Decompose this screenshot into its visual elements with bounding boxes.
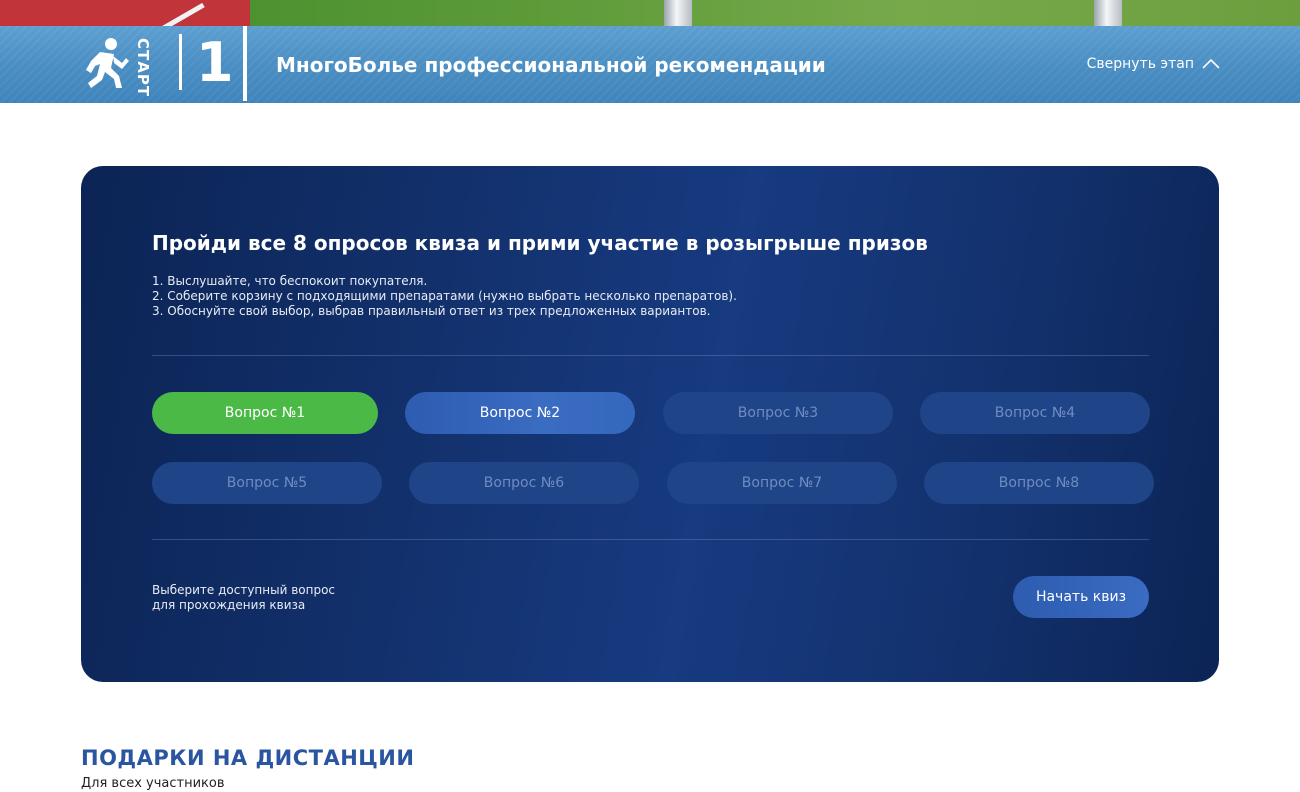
question-button-1[interactable]: Вопрос №1 (152, 392, 378, 434)
question-button-7[interactable]: Вопрос №7 (667, 462, 897, 504)
collapse-stage-button[interactable]: Свернуть этап (1087, 56, 1220, 72)
question-button-8[interactable]: Вопрос №8 (924, 462, 1154, 504)
quiz-hint: Выберите доступный вопрос для прохождени… (152, 583, 335, 613)
hint-line: Выберите доступный вопрос (152, 583, 336, 597)
goal-post-left (664, 0, 692, 26)
running-track (0, 0, 250, 26)
stage-header: СТАРТ 1 МногоБолье профессиональной реко… (0, 26, 1300, 103)
stage-title: МногоБолье профессиональной рекомендации (276, 53, 826, 77)
quiz-steps: 1. Выслушайте, что беспокоит покупателя.… (152, 274, 737, 319)
chevron-up-icon (1202, 58, 1220, 69)
quiz-step: 1. Выслушайте, что беспокоит покупателя. (152, 274, 428, 288)
question-button-3[interactable]: Вопрос №3 (663, 392, 893, 434)
gifts-title: ПОДАРКИ НА ДИСТАНЦИИ (81, 746, 415, 770)
stage-number: 1 (196, 31, 234, 94)
divider (152, 355, 1149, 356)
start-quiz-button[interactable]: Начать квиз (1013, 576, 1149, 618)
question-button-6[interactable]: Вопрос №6 (409, 462, 639, 504)
question-button-2[interactable]: Вопрос №2 (405, 392, 635, 434)
runner-icon (86, 38, 129, 88)
quiz-step: 2. Соберите корзину с подходящими препар… (152, 289, 737, 303)
question-button-5[interactable]: Вопрос №5 (152, 462, 382, 504)
quiz-step: 3. Обоснуйте свой выбор, выбрав правильн… (152, 304, 711, 318)
hero-image (0, 0, 1300, 26)
separator (243, 26, 247, 101)
quiz-title: Пройди все 8 опросов квиза и прими участ… (152, 231, 928, 255)
hint-line: для прохождения квиза (152, 598, 306, 612)
quiz-card: Пройди все 8 опросов квиза и прими участ… (81, 166, 1219, 682)
separator (179, 34, 182, 90)
collapse-label: Свернуть этап (1086, 56, 1194, 72)
gifts-subtitle: Для всех участников (81, 776, 225, 791)
question-button-4[interactable]: Вопрос №4 (920, 392, 1150, 434)
divider (152, 539, 1149, 540)
start-label: СТАРТ (134, 38, 152, 98)
goal-post-right (1094, 0, 1122, 26)
